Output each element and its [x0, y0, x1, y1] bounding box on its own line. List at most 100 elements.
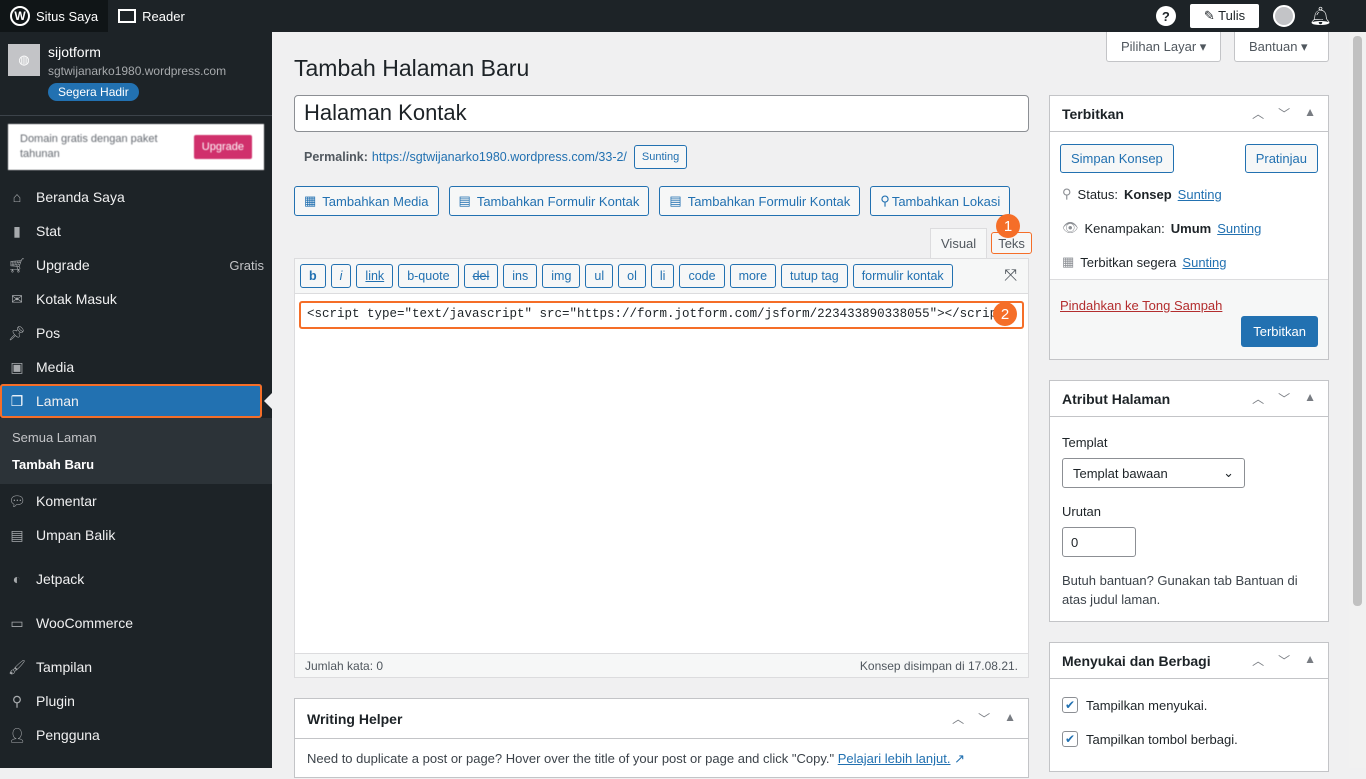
writing-helper-box: Writing Helper ︿ ﹀ ▲ Need to duplicate a po… — [294, 698, 1029, 778]
external-link-icon: ↗ — [954, 751, 966, 766]
sidebar-item-home[interactable]: ⌂ Beranda Saya — [0, 180, 272, 214]
pin-icon: 📌︎ — [8, 324, 26, 341]
move-down-icon[interactable]: ﹀ — [1278, 105, 1290, 122]
qt-more[interactable]: more — [729, 264, 777, 288]
reader-link[interactable]: Reader — [108, 0, 195, 32]
permalink-link[interactable]: https://sgtwijanarko1980.wordpress.com/3… — [372, 150, 627, 164]
sidebar: ◍ sijotform sgtwijanarko1980.wordpress.co… — [0, 32, 272, 768]
submenu-all-pages[interactable]: Semua Laman — [0, 424, 272, 451]
add-media-button[interactable]: ▦ Tambahkan Media — [294, 186, 439, 216]
permalink: Permalink: https://sgtwijanarko1980.wordp… — [304, 145, 688, 169]
form-icon: ▤ — [458, 193, 471, 208]
step-marker-2: 2 — [993, 302, 1017, 326]
toggle-icon[interactable]: ▲ — [1304, 105, 1316, 122]
toggle-icon[interactable]: ▲ — [1004, 710, 1016, 727]
qt-ul[interactable]: ul — [585, 264, 614, 288]
sidebar-item-posts[interactable]: 📌︎ Pos — [0, 316, 272, 350]
my-site-link[interactable]: W Situs Saya — [0, 0, 109, 32]
help-button[interactable]: Bantuan ▾ — [1234, 32, 1329, 62]
sidebar-item-jetpack[interactable]: ◐ Jetpack — [0, 562, 272, 596]
qt-li[interactable]: li — [650, 264, 675, 288]
sidebar-item-plugins[interactable]: ⚲ Plugin — [0, 684, 272, 718]
qt-img[interactable]: img — [542, 264, 581, 288]
show-likes-checkbox[interactable]: ✔ — [1062, 697, 1078, 713]
notifications-icon[interactable]: 🔔︎ — [1309, 6, 1332, 27]
tab-visual[interactable]: Visual — [930, 228, 988, 258]
help-icon[interactable]: ? — [1155, 6, 1176, 26]
edit-visibility-link[interactable]: Sunting — [1217, 221, 1261, 236]
step-marker-1: 1 — [996, 214, 1020, 238]
plugin-icon: ⚲ — [11, 692, 23, 709]
show-share-checkbox[interactable]: ✔ — [1062, 731, 1078, 747]
qt-link[interactable]: link — [356, 264, 394, 288]
media-icon: ▦ — [304, 193, 317, 208]
edit-schedule-link[interactable]: Sunting — [1182, 255, 1226, 270]
sidebar-item-media[interactable]: ▣ Media — [0, 350, 272, 384]
screen-options-button[interactable]: Pilihan Layar ▾ — [1106, 32, 1222, 62]
write-button[interactable]: ✎ Tulis — [1189, 4, 1260, 28]
add-contact-form-button[interactable]: ▤ Tambahkan Formulir Kontak — [448, 186, 650, 216]
move-up-icon[interactable]: ︿ — [1252, 105, 1264, 122]
edit-permalink-button[interactable]: Sunting — [633, 145, 688, 169]
scrollbar-thumb[interactable] — [1353, 36, 1362, 606]
qt-code[interactable]: code — [679, 264, 725, 288]
fullscreen-icon[interactable]: ⤧ — [1004, 267, 1017, 285]
toggle-icon[interactable]: ▲ — [1304, 652, 1316, 669]
qt-contact-form[interactable]: formulir kontak — [852, 264, 953, 288]
move-down-icon[interactable]: ﹀ — [1278, 390, 1290, 407]
scrollbar[interactable] — [1349, 32, 1366, 768]
move-up-icon[interactable]: ︿ — [1252, 390, 1264, 407]
move-up-icon[interactable]: ︿ — [952, 710, 964, 727]
move-down-icon[interactable]: ﹀ — [1278, 652, 1290, 669]
add-location-button[interactable]: ⚲ Tambahkan Lokasi — [870, 186, 1011, 216]
site-card[interactable]: ◍ sijotform sgtwijanarko1980.wordpress.co… — [0, 32, 272, 116]
qt-ol[interactable]: ol — [618, 264, 646, 288]
edit-status-link[interactable]: Sunting — [1178, 187, 1222, 202]
order-input[interactable]: 0 — [1062, 527, 1136, 557]
text-editor: b i link b-quote del ins img ul ol li co… — [294, 258, 1029, 678]
sidebar-item-inbox[interactable]: ✉ Kotak Masuk — [0, 282, 272, 316]
quicktags-toolbar: b i link b-quote del ins img ul ol li co… — [295, 259, 1028, 294]
wordpress-logo-icon: W — [10, 6, 30, 26]
preview-button[interactable]: Pratinjau — [1244, 144, 1318, 173]
submenu-add-new[interactable]: Tambah Baru — [0, 451, 272, 478]
autosave-status: Konsep disimpan di 17.08.21. — [859, 658, 1018, 673]
qt-close-tags[interactable]: tutup tag — [781, 264, 848, 288]
publish-button[interactable]: Terbitkan — [1241, 316, 1318, 347]
qt-ins[interactable]: ins — [503, 264, 538, 288]
avatar[interactable] — [1273, 5, 1296, 27]
qt-blockquote[interactable]: b-quote — [398, 264, 459, 288]
likes-sharing-box: Menyukai dan Berbagi ︿ ﹀ ▲ ✔ Tampilkan menyu… — [1049, 642, 1329, 772]
sidebar-item-feedback[interactable]: ▤ Umpan Balik — [0, 518, 272, 552]
template-select[interactable]: Templat bawaan ⌄ — [1062, 458, 1245, 488]
move-down-icon[interactable]: ﹀ — [978, 710, 990, 727]
upgrade-button[interactable]: Upgrade — [193, 135, 252, 159]
home-icon: ⌂ — [12, 189, 22, 205]
sidebar-item-users[interactable]: 👤︎ Pengguna — [0, 718, 272, 752]
title-input[interactable]: Halaman Kontak — [294, 95, 1029, 132]
sidebar-item-comments[interactable]: 💬︎ Komentar — [0, 484, 272, 518]
qt-bold[interactable]: b — [300, 264, 326, 288]
reader-icon — [118, 9, 137, 23]
toggle-icon[interactable]: ▲ — [1304, 390, 1316, 407]
word-count: Jumlah kata: 0 — [305, 658, 384, 673]
learn-more-link[interactable]: Pelajari lebih lanjut. — [838, 751, 951, 766]
sidebar-item-stats[interactable]: ▮ Stat — [0, 214, 272, 248]
sidebar-item-pages[interactable]: ❐ Laman — [0, 384, 272, 418]
move-up-icon[interactable]: ︿ — [1252, 652, 1264, 669]
trash-link[interactable]: Pindahkan ke Tong Sampah — [1060, 298, 1222, 313]
domain-promo[interactable]: Domain gratis dengan paket tahunan Upgrad… — [8, 124, 264, 170]
mail-icon: ✉ — [11, 290, 23, 307]
sidebar-item-appearance[interactable]: 🖌︎ Tampilan — [0, 650, 272, 684]
content-textarea[interactable]: <script type="text/javascript" src="http… — [299, 301, 1024, 329]
sidebar-item-upgrade[interactable]: 🛒︎ Upgrade Gratis — [0, 248, 272, 282]
stats-icon: ▮ — [13, 222, 21, 239]
brush-icon: 🖌︎ — [8, 658, 26, 675]
qt-italic[interactable]: i — [330, 264, 352, 288]
sidebar-item-woocommerce[interactable]: ▭ WooCommerce — [0, 606, 272, 640]
publish-box: Terbitkan ︿ ﹀ ▲ Simpan Konsep Pratinjau ⚲ St… — [1049, 95, 1329, 360]
add-contact-form-button-2[interactable]: ▤ Tambahkan Formulir Kontak — [659, 186, 861, 216]
save-draft-button[interactable]: Simpan Konsep — [1060, 144, 1174, 173]
form-icon: ▤ — [669, 193, 682, 208]
qt-del[interactable]: del — [463, 264, 499, 288]
